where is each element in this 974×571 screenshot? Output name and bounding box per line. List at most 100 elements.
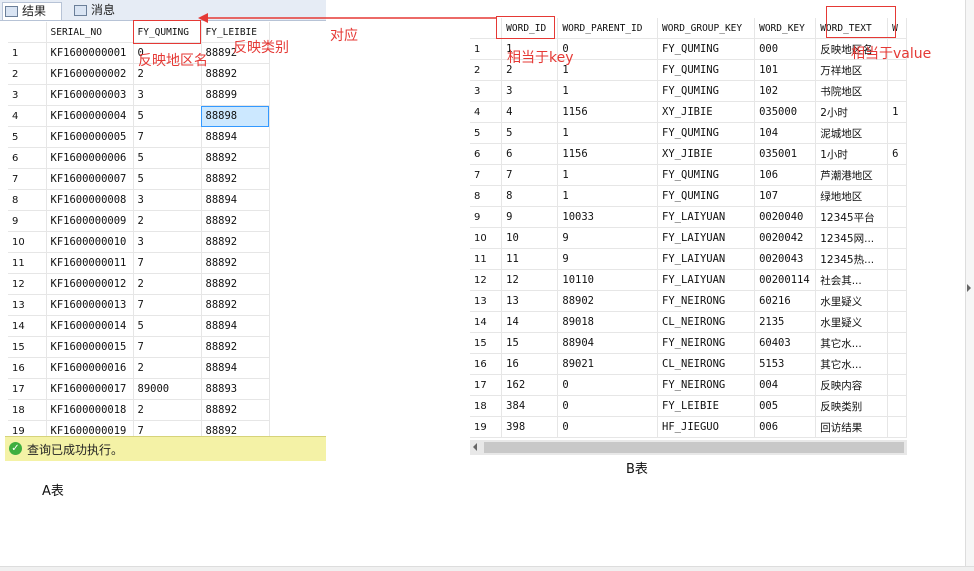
table-row[interactable]: 18 KF1600000018 2 88892 (8, 399, 270, 421)
row-number[interactable]: 11 (470, 248, 503, 270)
truncated-cell[interactable] (887, 332, 907, 354)
truncated-cell[interactable] (887, 269, 907, 291)
serial-no-cell[interactable]: KF1600000012 (46, 273, 134, 295)
serial-no-cell[interactable]: KF1600000008 (46, 189, 134, 211)
word-text-cell[interactable]: 1小时 (815, 143, 889, 165)
word-group-key-cell[interactable]: FY_NEIRONG (657, 332, 756, 354)
fy-leibie-cell[interactable]: 88894 (201, 315, 270, 337)
serial-no-cell[interactable]: KF1600000003 (46, 84, 134, 106)
fy-quming-cell[interactable]: 5 (133, 168, 202, 190)
row-number[interactable]: 19 (470, 416, 503, 438)
row-number[interactable]: 9 (8, 210, 47, 232)
word-parent-id-cell[interactable]: 1 (557, 164, 659, 186)
word-group-key-cell[interactable]: FY_QUMING (657, 80, 756, 102)
table-row[interactable]: 3 KF1600000003 3 88899 (8, 84, 270, 106)
word-key-cell[interactable]: 035000 (754, 101, 817, 123)
word-parent-id-cell[interactable]: 0 (557, 416, 659, 438)
fy-leibie-cell[interactable]: 88892 (201, 168, 270, 190)
truncated-cell[interactable]: 1 (887, 101, 907, 123)
row-number[interactable]: 9 (470, 206, 503, 228)
column-header-word-group-key[interactable]: WORD_GROUP_KEY (657, 18, 756, 39)
word-parent-id-cell[interactable]: 9 (557, 227, 659, 249)
word-group-key-cell[interactable]: CL_NEIRONG (657, 353, 756, 375)
column-header-word-key[interactable]: WORD_KEY (754, 18, 817, 39)
serial-no-cell[interactable]: KF1600000016 (46, 357, 134, 379)
word-key-cell[interactable]: 60403 (754, 332, 817, 354)
word-parent-id-cell[interactable]: 1 (557, 185, 659, 207)
word-id-cell[interactable]: 6 (501, 143, 559, 165)
word-id-cell[interactable]: 14 (501, 311, 559, 333)
truncated-cell[interactable] (887, 164, 907, 186)
row-number[interactable]: 15 (470, 332, 503, 354)
word-parent-id-cell[interactable]: 1 (557, 122, 659, 144)
row-number[interactable]: 6 (8, 147, 47, 169)
word-parent-id-cell[interactable]: 88902 (557, 290, 659, 312)
table-row[interactable]: 7 7 1 FY_QUMING 106 芦潮港地区 (470, 164, 907, 186)
fy-leibie-cell[interactable]: 88892 (201, 210, 270, 232)
word-key-cell[interactable]: 0020042 (754, 227, 817, 249)
fy-leibie-cell[interactable]: 88894 (201, 126, 270, 148)
word-group-key-cell[interactable]: CL_NEIRONG (657, 311, 756, 333)
fy-leibie-cell[interactable]: 88899 (201, 84, 270, 106)
serial-no-cell[interactable]: KF1600000017 (46, 378, 134, 400)
table-row[interactable]: 13 KF1600000013 7 88892 (8, 294, 270, 316)
fy-quming-cell[interactable]: 7 (133, 294, 202, 316)
word-id-cell[interactable]: 4 (501, 101, 559, 123)
truncated-cell[interactable] (887, 227, 907, 249)
horizontal-scrollbar[interactable] (470, 440, 907, 455)
table-row[interactable]: 18 384 0 FY_LEIBIE 005 反映类别 (470, 395, 907, 417)
word-key-cell[interactable]: 107 (754, 185, 817, 207)
word-text-cell[interactable]: 水里疑义 (815, 311, 889, 333)
scroll-left-arrow-icon[interactable] (473, 443, 477, 451)
word-id-cell[interactable]: 3 (501, 80, 559, 102)
fy-quming-cell[interactable]: 7 (133, 336, 202, 358)
word-text-cell[interactable]: 其它水... (815, 332, 889, 354)
word-group-key-cell[interactable]: FY_LEIBIE (657, 395, 756, 417)
word-key-cell[interactable]: 101 (754, 59, 817, 81)
word-text-cell[interactable]: 绿地地区 (815, 185, 889, 207)
fy-quming-cell[interactable]: 2 (133, 210, 202, 232)
table-row[interactable]: 16 16 89021 CL_NEIRONG 5153 其它水... (470, 353, 907, 375)
word-text-cell[interactable]: 泥城地区 (815, 122, 889, 144)
fy-quming-cell[interactable]: 2 (133, 399, 202, 421)
row-number[interactable]: 2 (8, 63, 47, 85)
word-key-cell[interactable]: 035001 (754, 143, 817, 165)
table-row[interactable]: 10 KF1600000010 3 88892 (8, 231, 270, 253)
truncated-cell[interactable]: 6 (887, 143, 907, 165)
word-group-key-cell[interactable]: FY_LAIYUAN (657, 269, 756, 291)
scroll-right-arrow-icon[interactable] (967, 284, 971, 292)
word-text-cell[interactable]: 其它水... (815, 353, 889, 375)
serial-no-cell[interactable]: KF1600000009 (46, 210, 134, 232)
row-number[interactable]: 10 (8, 231, 47, 253)
row-number[interactable]: 17 (8, 378, 47, 400)
truncated-cell[interactable] (887, 290, 907, 312)
word-group-key-cell[interactable]: FY_QUMING (657, 122, 756, 144)
table-row[interactable]: 8 KF1600000008 3 88894 (8, 189, 270, 211)
truncated-cell[interactable] (887, 248, 907, 270)
table-row[interactable]: 6 6 1156 XY_JIBIE 035001 1小时 6 (470, 143, 907, 165)
fy-quming-cell[interactable]: 5 (133, 105, 202, 127)
table-row[interactable]: 14 KF1600000014 5 88894 (8, 315, 270, 337)
word-key-cell[interactable]: 004 (754, 374, 817, 396)
row-number[interactable]: 14 (8, 315, 47, 337)
word-key-cell[interactable]: 0020043 (754, 248, 817, 270)
row-number[interactable]: 11 (8, 252, 47, 274)
word-id-cell[interactable]: 7 (501, 164, 559, 186)
serial-no-cell[interactable]: KF1600000010 (46, 231, 134, 253)
table-row[interactable]: 19 398 0 HF_JIEGUO 006 回访结果 (470, 416, 907, 438)
table-row[interactable]: 8 8 1 FY_QUMING 107 绿地地区 (470, 185, 907, 207)
word-id-cell[interactable]: 11 (501, 248, 559, 270)
row-number[interactable]: 15 (8, 336, 47, 358)
table-row[interactable]: 3 3 1 FY_QUMING 102 书院地区 (470, 80, 907, 102)
word-group-key-cell[interactable]: XY_JIBIE (657, 143, 756, 165)
truncated-cell[interactable] (887, 80, 907, 102)
tab-messages[interactable]: 消息 (72, 2, 130, 19)
word-parent-id-cell[interactable]: 88904 (557, 332, 659, 354)
word-group-key-cell[interactable]: HF_JIEGUO (657, 416, 756, 438)
word-group-key-cell[interactable]: FY_NEIRONG (657, 374, 756, 396)
scrollbar-thumb[interactable] (484, 442, 904, 453)
word-parent-id-cell[interactable]: 89021 (557, 353, 659, 375)
row-number[interactable]: 1 (8, 42, 47, 64)
fy-leibie-cell[interactable]: 88893 (201, 378, 270, 400)
serial-no-cell[interactable]: KF1600000011 (46, 252, 134, 274)
